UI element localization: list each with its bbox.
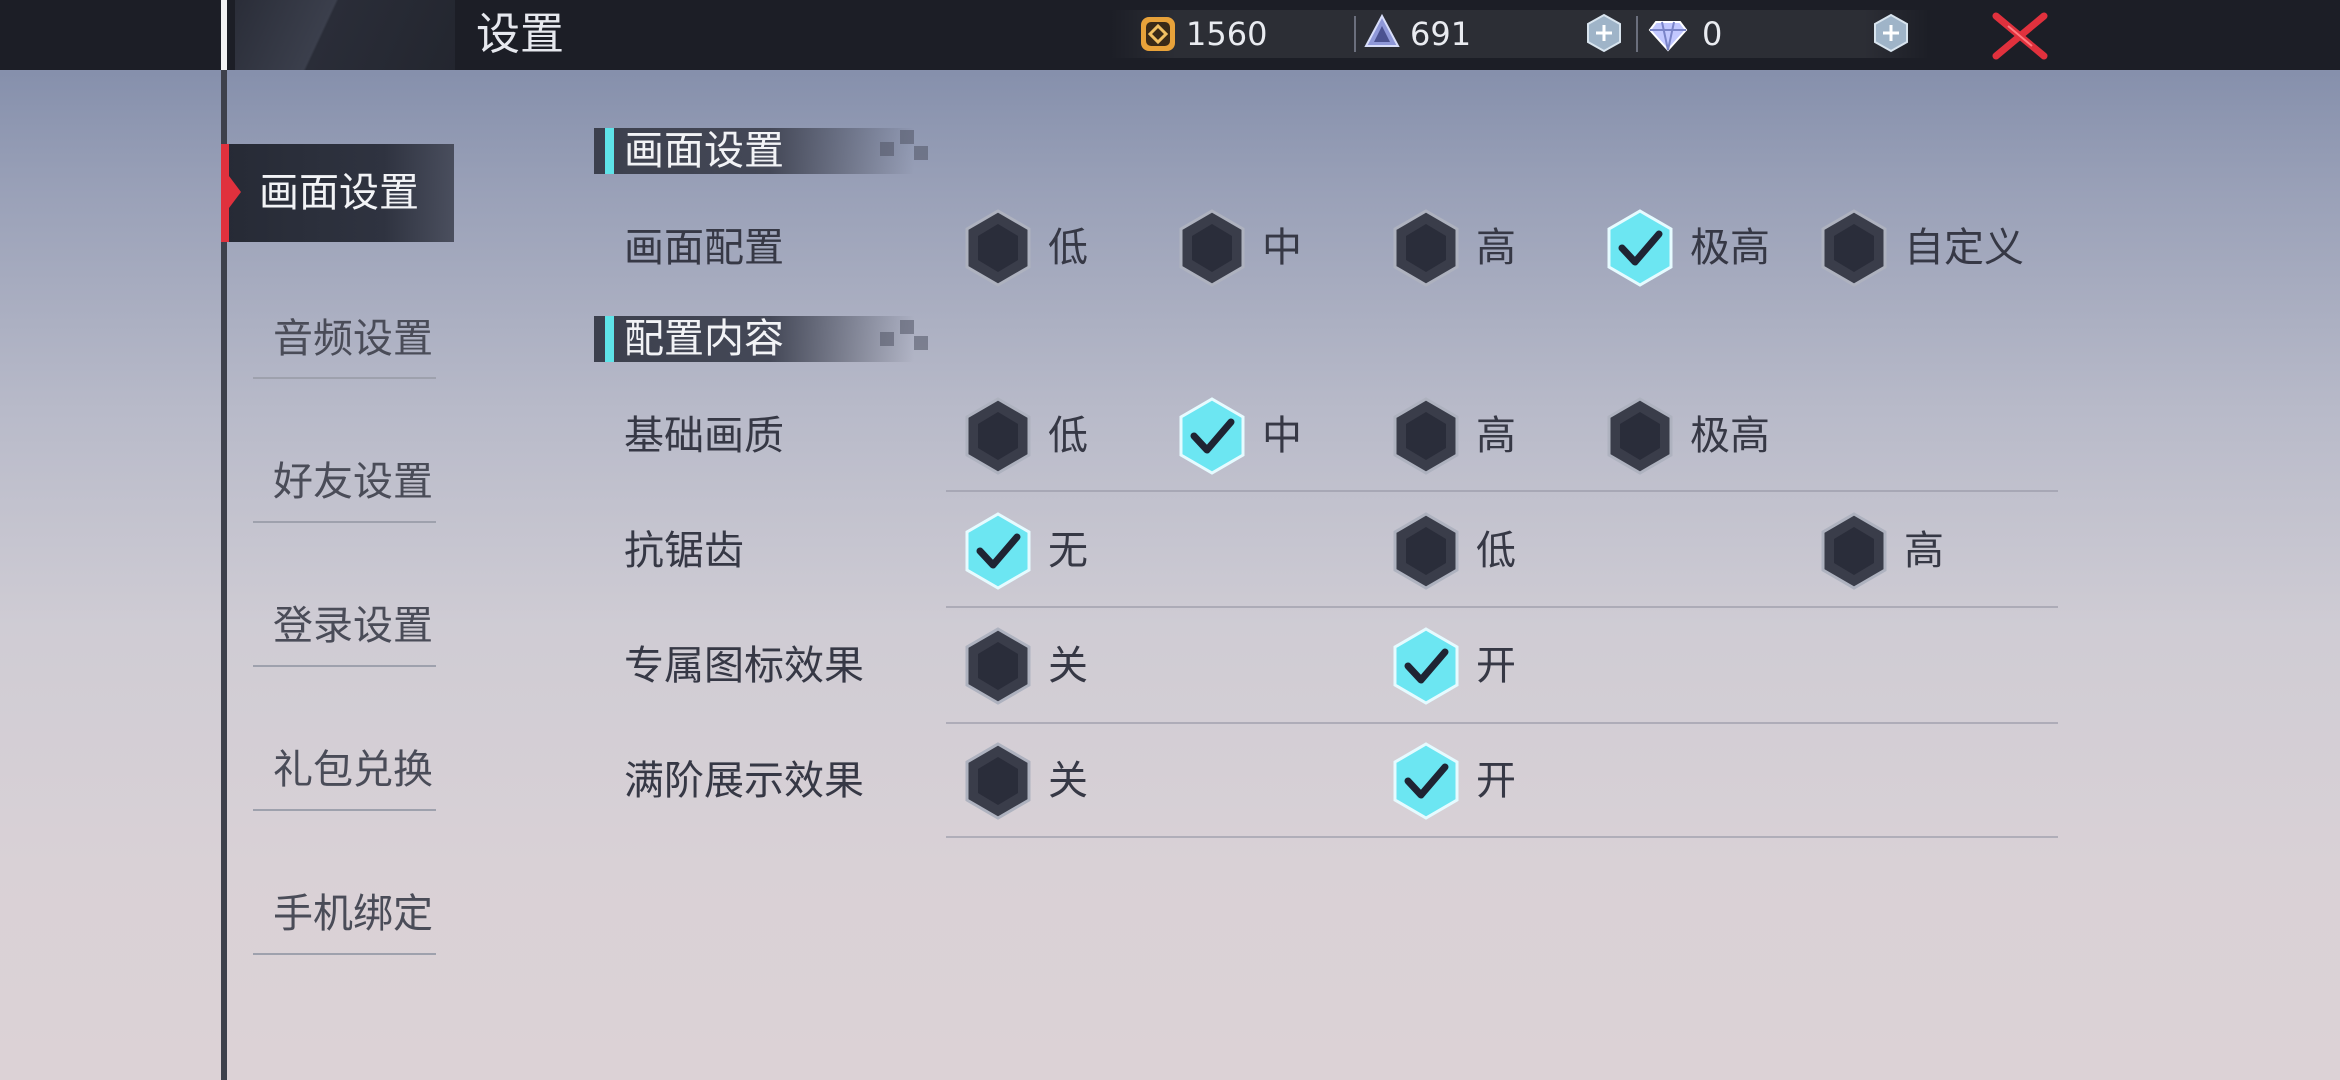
- option-label: 高: [1476, 413, 1516, 459]
- stamina-crystal-icon: [1364, 13, 1400, 47]
- sidebar-divider: [253, 809, 436, 811]
- section-title-config: 配置内容: [624, 316, 784, 362]
- unchecked-hexagon-icon: [1607, 397, 1673, 475]
- active-arrow-icon: [229, 176, 241, 208]
- option-label: 低: [1048, 225, 1088, 271]
- top-bar-decoration: [235, 0, 455, 70]
- unchecked-hexagon-icon: [1393, 397, 1459, 475]
- row-divider: [946, 606, 2058, 608]
- currency-separator: [1354, 16, 1356, 52]
- option-label: 无: [1048, 528, 1088, 574]
- option-label: 关: [1048, 758, 1088, 804]
- unchecked-hexagon-icon: [1821, 209, 1887, 287]
- sidebar-item-login-settings[interactable]: 登录设置: [253, 595, 453, 657]
- pixel-decoration: [914, 146, 928, 160]
- unchecked-hexagon-icon: [965, 627, 1031, 705]
- section-accent: [605, 316, 614, 362]
- sidebar-divider: [253, 953, 436, 955]
- unchecked-hexagon-icon: [965, 397, 1031, 475]
- option-label: 高: [1476, 225, 1516, 271]
- option-label: 极高: [1690, 413, 1770, 459]
- currency-separator: [1636, 16, 1638, 52]
- pixel-decoration: [880, 142, 894, 156]
- unchecked-hexagon-icon: [1393, 512, 1459, 590]
- section-accent: [605, 128, 614, 174]
- checked-hexagon-icon: [1607, 209, 1673, 287]
- unchecked-hexagon-icon: [1821, 512, 1887, 590]
- option-label: 关: [1048, 643, 1088, 689]
- option-label: 开: [1476, 643, 1516, 689]
- option-label: 开: [1476, 758, 1516, 804]
- close-button[interactable]: [1990, 12, 2050, 60]
- option-label: 低: [1476, 528, 1516, 574]
- checked-hexagon-icon: [1393, 742, 1459, 820]
- option-label: 极高: [1690, 225, 1770, 271]
- active-indicator: [221, 144, 229, 242]
- row-label-anti-aliasing: 抗锯齿: [624, 528, 744, 574]
- page-title: 设置: [476, 9, 564, 60]
- sidebar-item-gift-redeem[interactable]: 礼包兑换: [253, 739, 453, 801]
- checked-hexagon-icon: [1393, 627, 1459, 705]
- unchecked-hexagon-icon: [965, 209, 1031, 287]
- unchecked-hexagon-icon: [1179, 209, 1245, 287]
- diamond-icon: [1648, 21, 1688, 52]
- pixel-decoration: [880, 332, 894, 346]
- pixel-decoration: [914, 336, 928, 350]
- row-divider: [946, 722, 2058, 724]
- option-label: 低: [1048, 413, 1088, 459]
- option-label: 中: [1262, 225, 1302, 271]
- gold-coin-value: 1560: [1186, 15, 1268, 53]
- option-label: 中: [1262, 413, 1302, 459]
- gold-coin-icon: [1141, 17, 1175, 51]
- sidebar-divider: [253, 377, 436, 379]
- stamina-value: 691: [1410, 15, 1472, 53]
- row-divider: [946, 836, 2058, 838]
- row-label-max-rank-effect: 满阶展示效果: [624, 758, 864, 804]
- sidebar-divider: [253, 521, 436, 523]
- pixel-decoration: [900, 320, 914, 334]
- row-label-base-quality: 基础画质: [624, 413, 784, 459]
- row-label-display-preset: 画面配置: [624, 225, 784, 271]
- unchecked-hexagon-icon: [1393, 209, 1459, 287]
- sidebar-item-friend-settings[interactable]: 好友设置: [253, 451, 453, 513]
- pixel-decoration: [900, 130, 914, 144]
- unchecked-hexagon-icon: [965, 742, 1031, 820]
- option-label: 自定义: [1904, 225, 2024, 271]
- sidebar-item-label: 画面设置: [259, 170, 419, 216]
- sidebar-item-phone-binding[interactable]: 手机绑定: [253, 883, 453, 945]
- row-divider: [946, 490, 2058, 492]
- sidebar-item-audio-settings[interactable]: 音频设置: [253, 308, 453, 370]
- checked-hexagon-icon: [1179, 397, 1245, 475]
- option-label: 高: [1904, 528, 1944, 574]
- sidebar-divider: [253, 665, 436, 667]
- checked-hexagon-icon: [965, 512, 1031, 590]
- section-title-display: 画面设置: [624, 128, 784, 174]
- sidebar-rail-highlight: [221, 0, 227, 70]
- diamond-value: 0: [1702, 15, 1723, 53]
- add-stamina-button[interactable]: [1584, 13, 1624, 53]
- row-label-exclusive-icon-effect: 专属图标效果: [624, 643, 864, 689]
- add-diamond-button[interactable]: [1871, 13, 1911, 53]
